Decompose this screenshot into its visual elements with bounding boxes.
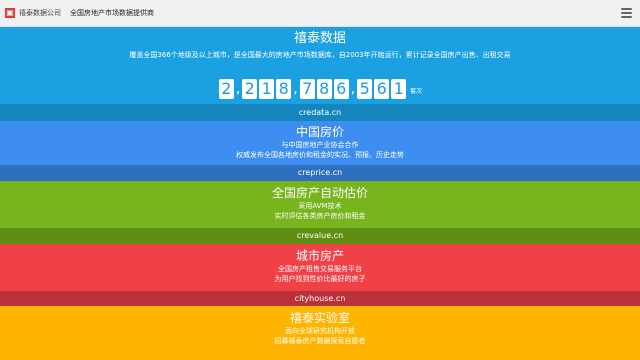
- counter-digit: 8: [316, 79, 332, 99]
- section-description: 实时评估各类房产房价和租金: [274, 212, 366, 220]
- section-description: 覆盖全国366个地级及以上城市，是全国最大的房地产市场数据库，自2003年开始运…: [129, 51, 511, 59]
- counter-digit: 8: [276, 79, 292, 99]
- counter-digit: 6: [374, 79, 390, 99]
- section-title: 全国房产自动估价: [271, 186, 368, 200]
- section-description: 与中国房地产业协会合作: [281, 141, 359, 149]
- section-title: 禧泰数据: [293, 31, 346, 46]
- counter-digit: 7: [299, 79, 315, 99]
- section-title: 中国房价: [295, 125, 344, 139]
- section-description: 全国房产租售交易服务平台: [278, 265, 362, 273]
- cityhouse-section[interactable]: 城市房产 全国房产租售交易服务平台 为用户找到性价比最好的房子: [0, 244, 640, 291]
- tagline: 全国房地产市场数据提供商: [70, 9, 154, 17]
- credata-link[interactable]: credata.cn: [0, 104, 640, 121]
- company-name: 禧泰数据公司: [19, 9, 61, 17]
- section-title: 禧泰实验室: [289, 311, 350, 325]
- crevalue-link[interactable]: crevalue.cn: [0, 228, 640, 244]
- section-description: 权威发布全国各地房价和租金的实况、预报、历史走势: [236, 151, 404, 159]
- section-description: 面向全球研究机构开放: [285, 327, 355, 335]
- lab-section[interactable]: 禧泰实验室 面向全球研究机构开放 招募禧泰房产数据探索自愿者: [0, 306, 640, 360]
- counter-digit: 1: [391, 79, 407, 99]
- counter-unit: 套次: [410, 88, 423, 95]
- logo[interactable]: ▣: [5, 8, 15, 18]
- creprice-link[interactable]: creprice.cn: [0, 165, 640, 181]
- cityhouse-link[interactable]: cityhouse.cn: [0, 291, 640, 306]
- transaction-counter: 2 , 2 1 8 , 7 8 6 , 5 6 1 套次: [0, 79, 640, 99]
- top-bar: ▣ 禧泰数据公司 全国房地产市场数据提供商: [0, 0, 640, 27]
- counter-digit: 2: [218, 79, 234, 99]
- creprice-section[interactable]: 中国房价 与中国房地产业协会合作 权威发布全国各地房价和租金的实况、预报、历史走…: [0, 121, 640, 165]
- counter-digit: 6: [333, 79, 349, 99]
- section-description: 采用AVM技术: [298, 202, 342, 210]
- crevalue-section[interactable]: 全国房产自动估价 采用AVM技术 实时评估各类房产房价和租金: [0, 181, 640, 228]
- section-description: 为用户找到性价比最好的房子: [274, 275, 366, 283]
- counter-digit: 2: [242, 79, 258, 99]
- counter-digit: 1: [259, 79, 275, 99]
- section-title: 城市房产: [295, 249, 344, 263]
- section-description: 招募禧泰房产数据探索自愿者: [274, 337, 366, 345]
- hamburger-menu-icon[interactable]: [621, 8, 632, 18]
- counter-digit: 5: [357, 79, 373, 99]
